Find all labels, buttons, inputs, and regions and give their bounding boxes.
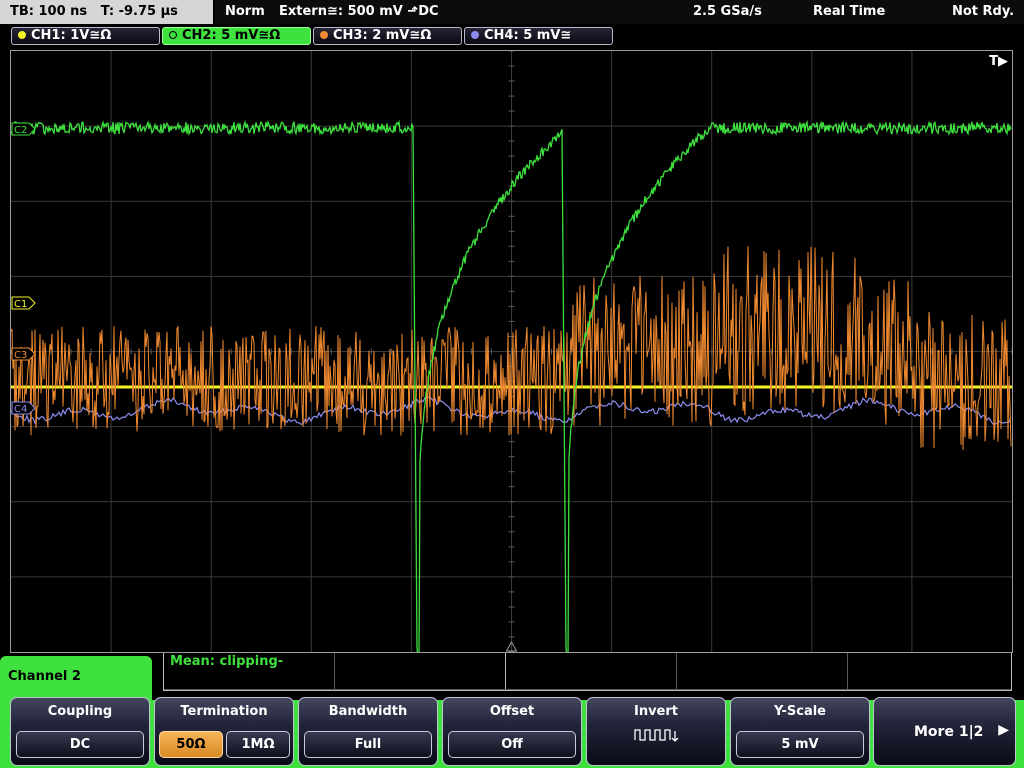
channel-dot-icon	[471, 31, 479, 39]
coupling-label: Coupling	[47, 704, 113, 719]
graticule-grid	[11, 51, 1012, 652]
channel-tab-label: CH2: 5 mV≅Ω	[182, 28, 281, 43]
more-label: More 1|2	[914, 724, 984, 740]
measurement-strip[interactable]: Mean: clipping-	[163, 653, 1012, 691]
yscale-value[interactable]: 5 mV	[736, 731, 864, 758]
termination-softkey[interactable]: Termination 50Ω 1MΩ	[154, 697, 294, 766]
channel-2-marker[interactable]: C2	[11, 122, 36, 136]
svg-text:C1: C1	[14, 299, 27, 310]
trigger-time-value: T: -9.75 µs	[100, 4, 178, 19]
trigger-source[interactable]: Extern≅: 500 mV ⬏DC	[279, 0, 439, 24]
termination-label: Termination	[180, 704, 268, 719]
trigger-position-marker[interactable]: T▶	[989, 54, 1008, 69]
svg-text:C3: C3	[14, 350, 27, 361]
channel-tab-label: CH1: 1V≅Ω	[31, 28, 112, 43]
channel-tab-label: CH3: 2 mV≅Ω	[333, 28, 432, 43]
channel-dot-icon	[169, 31, 177, 39]
trigger-status: Not Rdy.	[952, 4, 1015, 19]
yscale-label: Y-Scale	[773, 704, 826, 719]
channel-dot-icon	[18, 31, 26, 39]
channel-tab-2[interactable]: CH2: 5 mV≅Ω	[162, 27, 311, 45]
more-softkey[interactable]: More 1|2 ▶	[873, 697, 1016, 766]
measurement-result: Mean: clipping-	[170, 654, 284, 669]
waveform-display[interactable]: C2 C1 C3 C4 T▶	[10, 50, 1013, 653]
invert-softkey[interactable]: Invert	[586, 697, 726, 766]
coupling-value[interactable]: DC	[16, 731, 144, 758]
menu-title: Channel 2	[0, 656, 152, 702]
svg-text:C4: C4	[14, 404, 27, 415]
coupling-softkey[interactable]: Coupling DC	[10, 697, 150, 766]
termination-50ohm-button[interactable]: 50Ω	[159, 731, 223, 758]
timebase-readout[interactable]: TB: 100 ns T: -9.75 µs	[0, 0, 213, 24]
channel-1-marker[interactable]: C1	[11, 296, 36, 310]
channel-tab-1[interactable]: CH1: 1V≅Ω	[11, 27, 160, 45]
channel-tab-label: CH4: 5 mV≅	[484, 28, 572, 43]
invert-pulse-icon	[634, 729, 679, 742]
svg-text:C2: C2	[14, 125, 27, 136]
right-arrow-icon: ▶	[998, 722, 1009, 738]
channel-tab-3[interactable]: CH3: 2 mV≅Ω	[313, 27, 462, 45]
timebase-value: TB: 100 ns	[10, 4, 88, 19]
offset-label: Offset	[489, 704, 535, 719]
yscale-softkey[interactable]: Y-Scale 5 mV	[730, 697, 870, 766]
bandwidth-value[interactable]: Full	[304, 731, 432, 758]
channel-dot-icon	[320, 31, 328, 39]
sample-rate: 2.5 GSa/s	[693, 4, 762, 19]
bandwidth-softkey[interactable]: Bandwidth Full	[298, 697, 438, 766]
invert-label: Invert	[633, 704, 678, 719]
status-bar: Norm Extern≅: 500 mV ⬏DC 2.5 GSa/s Real …	[215, 0, 1024, 24]
acquisition-mode[interactable]: Real Time	[813, 0, 885, 24]
trigger-mode[interactable]: Norm	[225, 0, 265, 24]
channel-tab-4[interactable]: CH4: 5 mV≅	[464, 27, 613, 45]
termination-1mohm-button[interactable]: 1MΩ	[226, 731, 290, 758]
offset-softkey[interactable]: Offset Off	[442, 697, 582, 766]
bandwidth-label: Bandwidth	[328, 704, 408, 719]
waveform-canvas: C2 C1 C3 C4	[11, 51, 1012, 652]
offset-value[interactable]: Off	[448, 731, 576, 758]
